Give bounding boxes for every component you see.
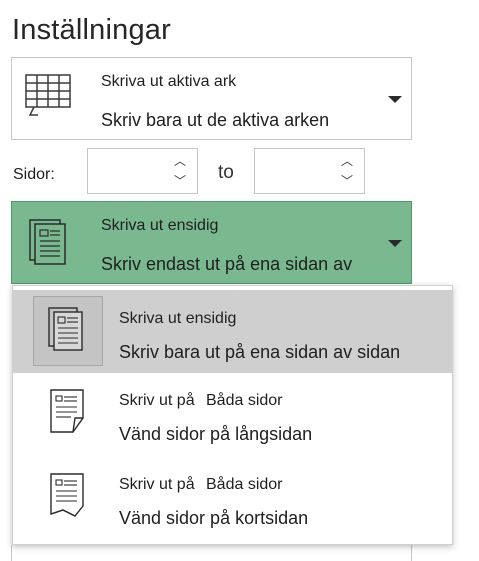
flip-short-edge-icon (50, 473, 84, 517)
collated-dropdown-edge (11, 545, 412, 561)
option-description: Skriv bara ut på ena sidan av sidan (119, 342, 401, 362)
option-flip-short-edge[interactable]: Skriv ut på Båda sidor Vänd sidor på kor… (13, 462, 452, 542)
option-label: Skriv ut på (119, 392, 195, 409)
pages-from-input[interactable] (92, 155, 172, 187)
pages-to-input[interactable] (259, 155, 339, 187)
settings-title: Inställningar (12, 14, 171, 46)
print-sides-description: Skriv endast ut på ena sidan av (101, 254, 353, 274)
chevron-down-icon (388, 96, 402, 103)
single-sided-page-icon (29, 219, 66, 265)
option-description: Vänd sidor på långsidan (119, 424, 313, 444)
chevron-up-icon[interactable]: ︿ (340, 154, 354, 168)
option-icon-frame (33, 296, 103, 366)
option-flip-long-edge[interactable]: Skriv ut på Båda sidor Vänd sidor på lån… (13, 378, 452, 458)
pages-from-spinner[interactable]: ︿ ﹀ (87, 148, 198, 194)
single-sided-page-icon (48, 307, 83, 351)
option-description: Vänd sidor på kortsidan (119, 508, 309, 528)
option-label-sides: Båda sidor (206, 392, 283, 409)
pages-label: Sidor: (13, 166, 55, 183)
option-label: Skriva ut ensidig (119, 310, 237, 327)
flip-long-edge-icon (50, 389, 84, 433)
chevron-up-icon[interactable]: ︿ (173, 154, 187, 168)
print-sides-dropdown[interactable]: Skriva ut ensidig Skriv endast ut på ena… (11, 201, 412, 284)
pages-to-label: to (218, 162, 234, 183)
print-sides-label: Skriva ut ensidig (101, 217, 219, 234)
print-what-dropdown[interactable]: Skriva ut aktiva ark Skriv bara ut de ak… (11, 57, 412, 140)
spreadsheet-grid-icon (25, 74, 71, 116)
print-what-label: Skriva ut aktiva ark (101, 73, 237, 90)
print-what-description: Skriv bara ut de aktiva arken (101, 110, 330, 130)
option-label-sides: Båda sidor (206, 476, 283, 493)
chevron-down-icon (388, 240, 402, 247)
chevron-down-icon[interactable]: ﹀ (173, 174, 187, 188)
option-print-one-sided[interactable]: Skriva ut ensidig Skriv bara ut på ena s… (13, 290, 452, 373)
print-sides-menu: Skriva ut ensidig Skriv bara ut på ena s… (12, 285, 453, 545)
pages-to-spinner[interactable]: ︿ ﹀ (254, 148, 365, 194)
chevron-down-icon[interactable]: ﹀ (340, 174, 354, 188)
option-label: Skriv ut på (119, 476, 195, 493)
